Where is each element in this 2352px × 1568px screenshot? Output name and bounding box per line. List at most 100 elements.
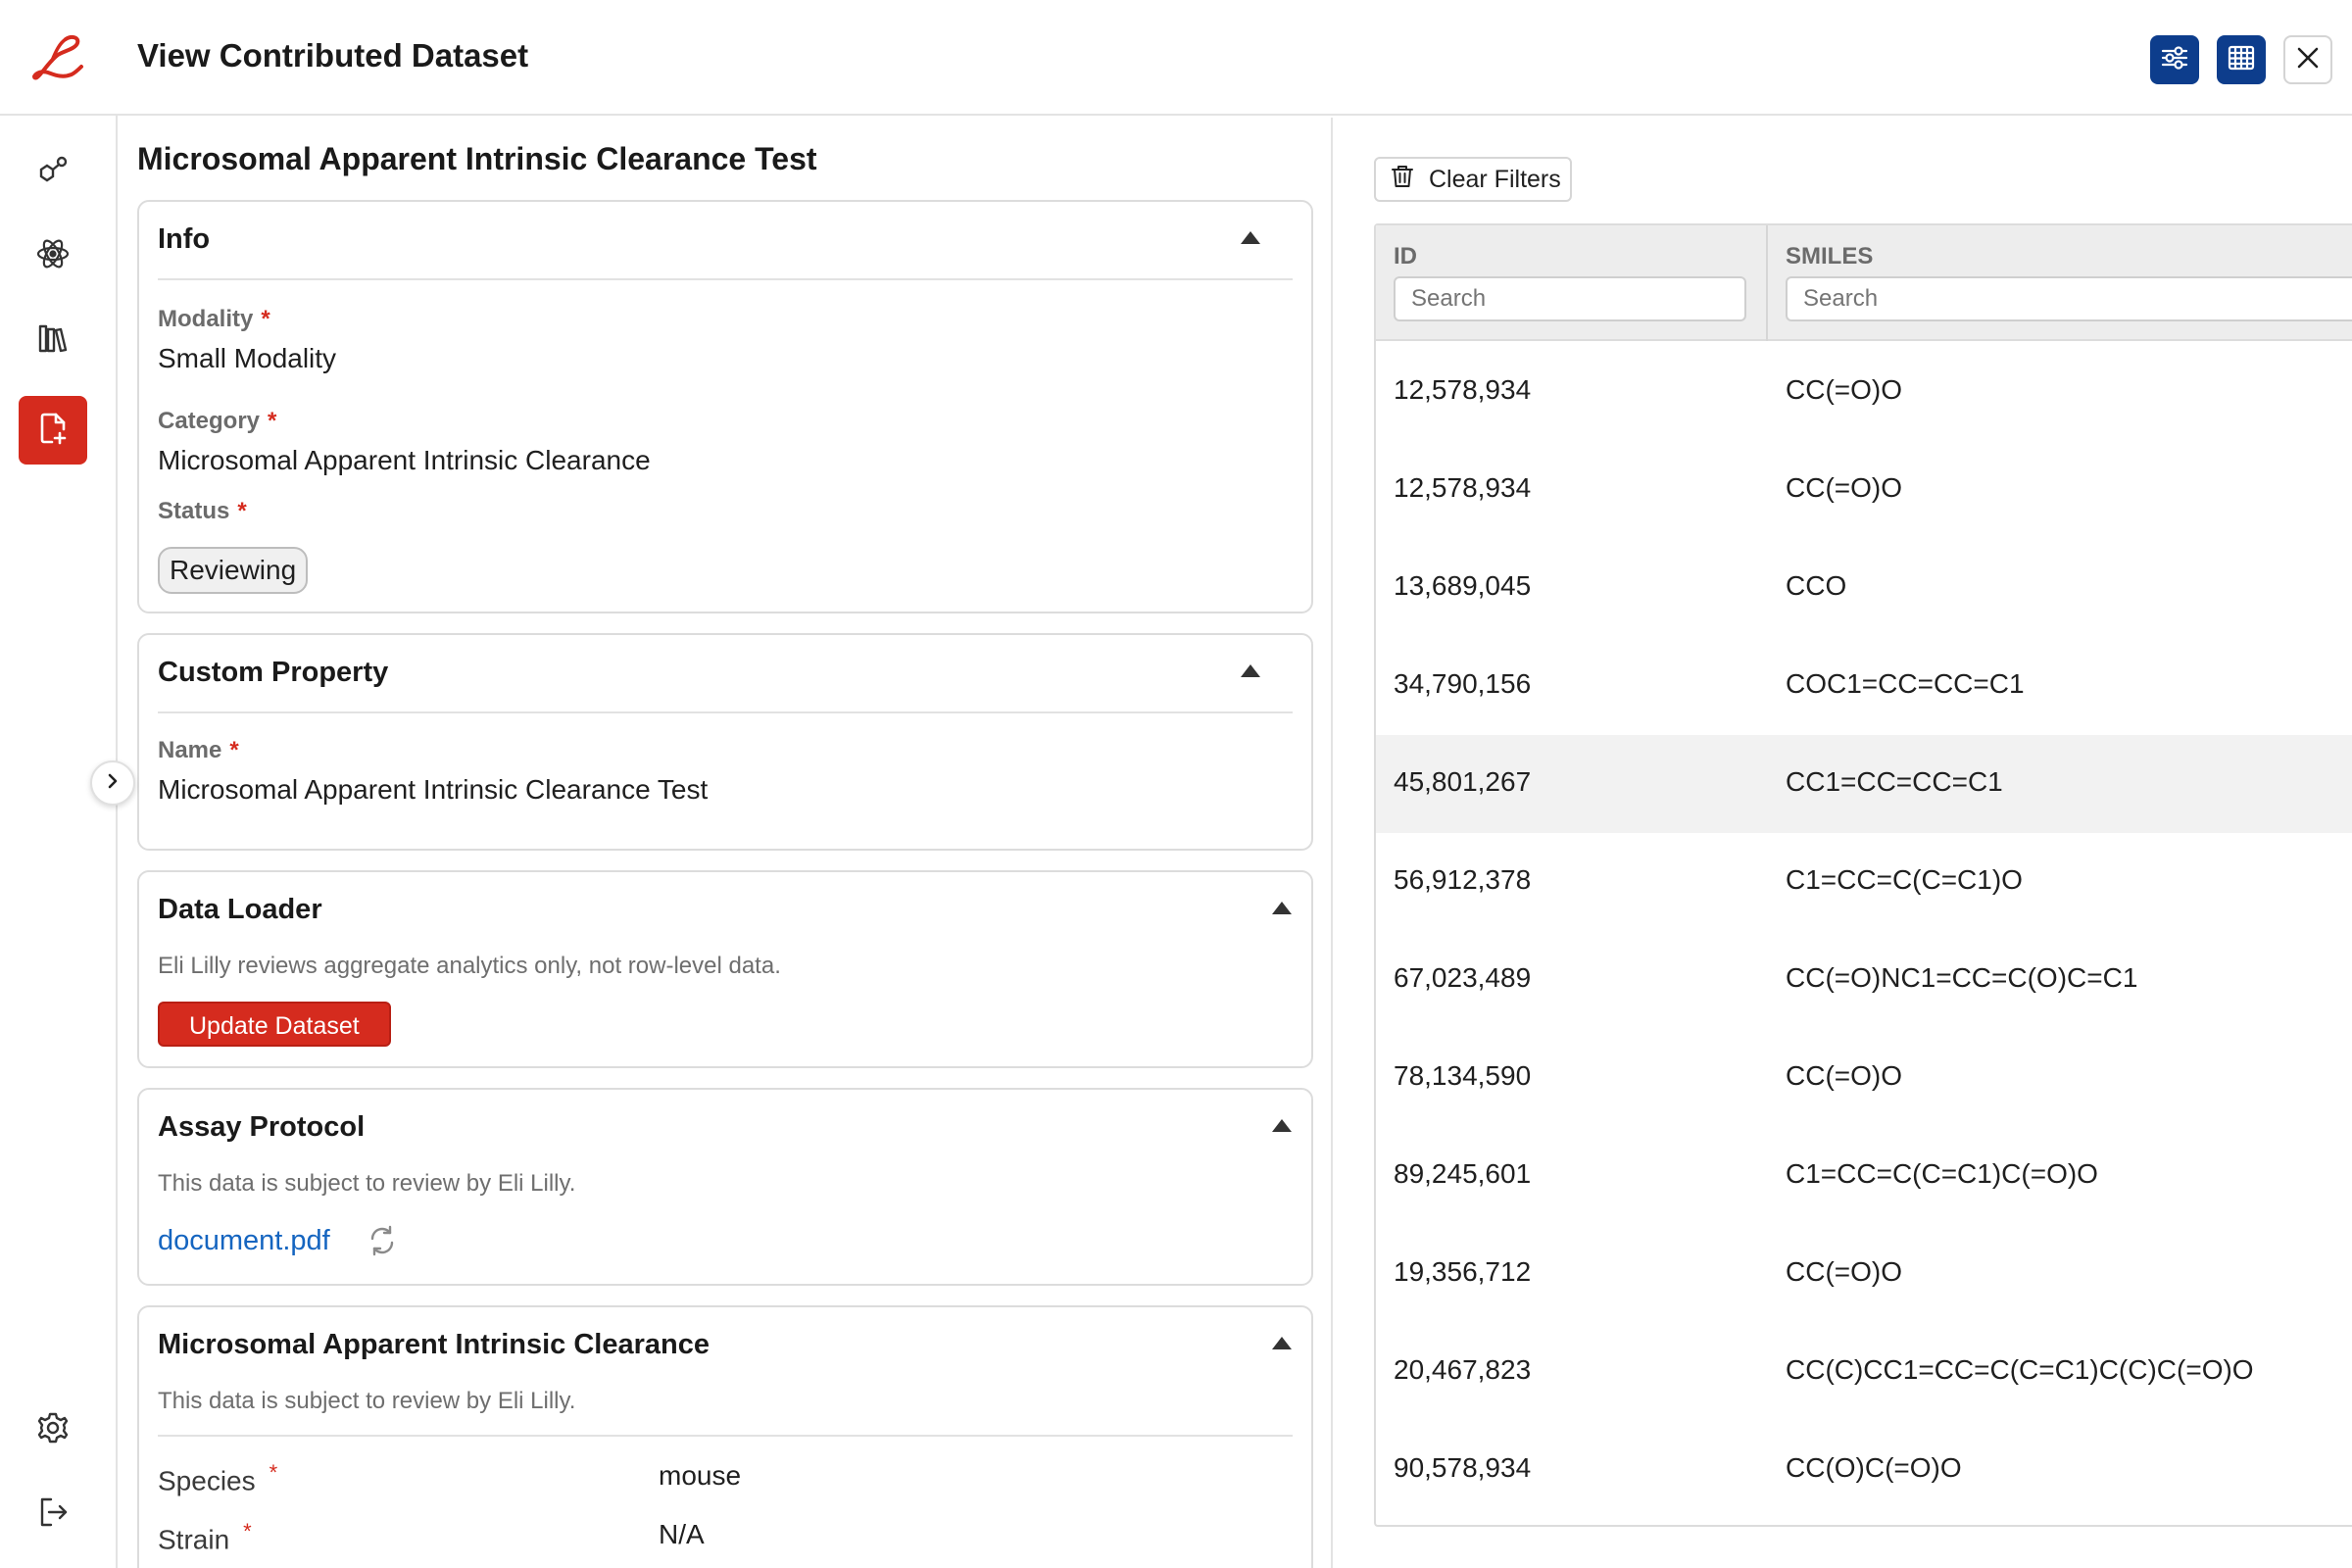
modality-value: Small Modality [158, 343, 337, 373]
cell-id: 20,467,823 [1394, 1354, 1532, 1385]
cell-id: 19,356,712 [1394, 1256, 1532, 1287]
column-separator[interactable] [1766, 225, 1768, 341]
library-icon [35, 320, 71, 361]
species-value: mouse [659, 1460, 742, 1491]
column-header-id[interactable]: ID [1394, 243, 1417, 270]
divider [158, 711, 1293, 713]
cell-id: 34,790,156 [1394, 668, 1532, 699]
smiles-search-input[interactable] [1786, 276, 2352, 321]
nav-logout[interactable] [19, 1480, 87, 1548]
table-row[interactable]: 12,578,934 CC(=O)O [1376, 441, 2352, 539]
cell-id: 13,689,045 [1394, 570, 1532, 601]
clear-filters-button[interactable]: Clear Filters [1374, 157, 1572, 202]
table-view-button[interactable] [2217, 35, 2266, 84]
table-row[interactable]: 12,578,934 CC(=O)O [1376, 343, 2352, 441]
cell-id: 67,023,489 [1394, 962, 1532, 993]
cell-smiles: CC(C)CC1=CC=C(C=C1)C(C)C(=O)O [1786, 1354, 2254, 1385]
molecule-icon [35, 152, 71, 192]
table-row[interactable]: 19,356,712 CC(=O)O [1376, 1225, 2352, 1323]
info-heading: Info [158, 223, 211, 255]
filter-settings-button[interactable] [2150, 35, 2199, 84]
clearance-card: Microsomal Apparent Intrinsic Clearance … [137, 1305, 1313, 1568]
dataset-title: Microsomal Apparent Intrinsic Clearance … [137, 141, 817, 176]
cell-smiles: CCO [1786, 570, 1847, 601]
cell-smiles: CC(=O)O [1786, 1256, 1902, 1287]
custom-property-card: Custom Property Name * Microsomal Apparen… [137, 633, 1313, 851]
close-button[interactable] [2283, 35, 2332, 84]
page-title: View Contributed Dataset [137, 37, 529, 74]
expand-sidebar-button[interactable] [90, 760, 135, 806]
logout-icon [35, 1494, 71, 1535]
table-row[interactable]: 90,578,934 CC(O)C(=O)O [1376, 1421, 2352, 1519]
collapse-data-loader-icon[interactable] [1272, 902, 1292, 914]
cell-smiles: CC1=CC=CC=C1 [1786, 766, 2003, 797]
clear-filters-label: Clear Filters [1429, 165, 1561, 193]
trash-icon [1390, 164, 1415, 196]
id-search-input[interactable] [1394, 276, 1746, 321]
nav-molecules[interactable] [19, 137, 87, 206]
grid-header: ID SMILES [1376, 225, 2352, 341]
data-grid: ID SMILES 12,578,934 CC(=O)O 12,578,934 CC(… [1374, 223, 2352, 1527]
collapse-info-icon[interactable] [1241, 231, 1260, 244]
cell-id: 12,578,934 [1394, 374, 1532, 405]
table-row[interactable]: 13,689,045 CCO [1376, 539, 2352, 637]
modality-label: Modality * [158, 306, 270, 332]
lilly-logo[interactable] [0, 0, 116, 116]
table-row[interactable]: 20,467,823 CC(C)CC1=CC=C(C=C1)C(C)C(=O)O [1376, 1323, 2352, 1421]
collapse-custom-property-icon[interactable] [1241, 664, 1260, 677]
info-card: Info Modality * Small Modality Category * … [137, 200, 1313, 613]
custom-property-heading: Custom Property [158, 657, 389, 688]
collapse-assay-protocol-icon[interactable] [1272, 1119, 1292, 1132]
column-header-smiles[interactable]: SMILES [1786, 243, 1873, 270]
status-label: Status * [158, 498, 247, 524]
cell-smiles: CC(=O)O [1786, 374, 1902, 405]
dataset-details-panel: Microsomal Apparent Intrinsic Clearance … [120, 118, 1331, 1568]
table-row[interactable]: 78,134,590 CC(=O)O [1376, 1029, 2352, 1127]
data-table-panel: Clear Filters ID SMILES 12,578,934 CC(=O)… [1331, 118, 2352, 1568]
assay-protocol-note: This data is subject to review by Eli Li… [158, 1170, 576, 1197]
file-plus-icon [35, 411, 71, 451]
gear-icon [35, 1410, 71, 1450]
clearance-heading: Microsomal Apparent Intrinsic Clearance [158, 1329, 710, 1360]
collapse-clearance-icon[interactable] [1272, 1337, 1292, 1349]
table-row[interactable]: 89,245,601 C1=CC=C(C=C1)C(=O)O [1376, 1127, 2352, 1225]
data-loader-heading: Data Loader [158, 894, 322, 925]
chevron-right-icon [104, 772, 122, 795]
cell-smiles: COC1=CC=CC=C1 [1786, 668, 2025, 699]
protocol-file-link[interactable]: document.pdf [158, 1225, 330, 1257]
cell-smiles: CC(O)C(=O)O [1786, 1452, 1962, 1483]
cell-id: 12,578,934 [1394, 472, 1532, 503]
replace-file-icon[interactable] [365, 1223, 400, 1263]
nav-contribute-dataset[interactable] [19, 396, 87, 465]
assay-protocol-card: Assay Protocol This data is subject to r… [137, 1088, 1313, 1286]
app-header: View Contributed Dataset [0, 0, 2352, 116]
close-icon [2295, 45, 2321, 75]
species-label: Species * [158, 1460, 278, 1496]
cell-smiles: C1=CC=C(C=C1)O [1786, 864, 2023, 895]
table-row[interactable]: 67,023,489 CC(=O)NC1=CC=C(O)C=C1 [1376, 931, 2352, 1029]
table-row[interactable]: 34,790,156 COC1=CC=CC=C1 [1376, 637, 2352, 735]
strain-value: N/A [659, 1519, 705, 1549]
name-value: Microsomal Apparent Intrinsic Clearance … [158, 774, 709, 805]
table-icon [2227, 43, 2256, 77]
clearance-note: This data is subject to review by Eli Li… [158, 1388, 576, 1414]
category-label: Category * [158, 408, 277, 434]
cell-id: 56,912,378 [1394, 864, 1532, 895]
table-row[interactable]: 56,912,378 C1=CC=C(C=C1)O [1376, 833, 2352, 931]
nav-atoms[interactable] [19, 221, 87, 290]
data-loader-note: Eli Lilly reviews aggregate analytics on… [158, 953, 781, 979]
update-dataset-button[interactable]: Update Dataset [158, 1002, 391, 1047]
category-value: Microsomal Apparent Intrinsic Clearance [158, 445, 651, 475]
cell-id: 78,134,590 [1394, 1060, 1532, 1091]
nav-settings[interactable] [19, 1396, 87, 1464]
atom-icon [34, 235, 72, 277]
name-label: Name * [158, 737, 239, 763]
sliders-icon [2160, 43, 2189, 77]
nav-library[interactable] [19, 306, 87, 374]
cell-id: 90,578,934 [1394, 1452, 1532, 1483]
cell-smiles: CC(=O)O [1786, 472, 1902, 503]
divider [158, 278, 1293, 280]
nav-rail [0, 116, 118, 1568]
cell-id: 89,245,601 [1394, 1158, 1532, 1189]
table-row[interactable]: 45,801,267 CC1=CC=CC=C1 [1376, 735, 2352, 833]
